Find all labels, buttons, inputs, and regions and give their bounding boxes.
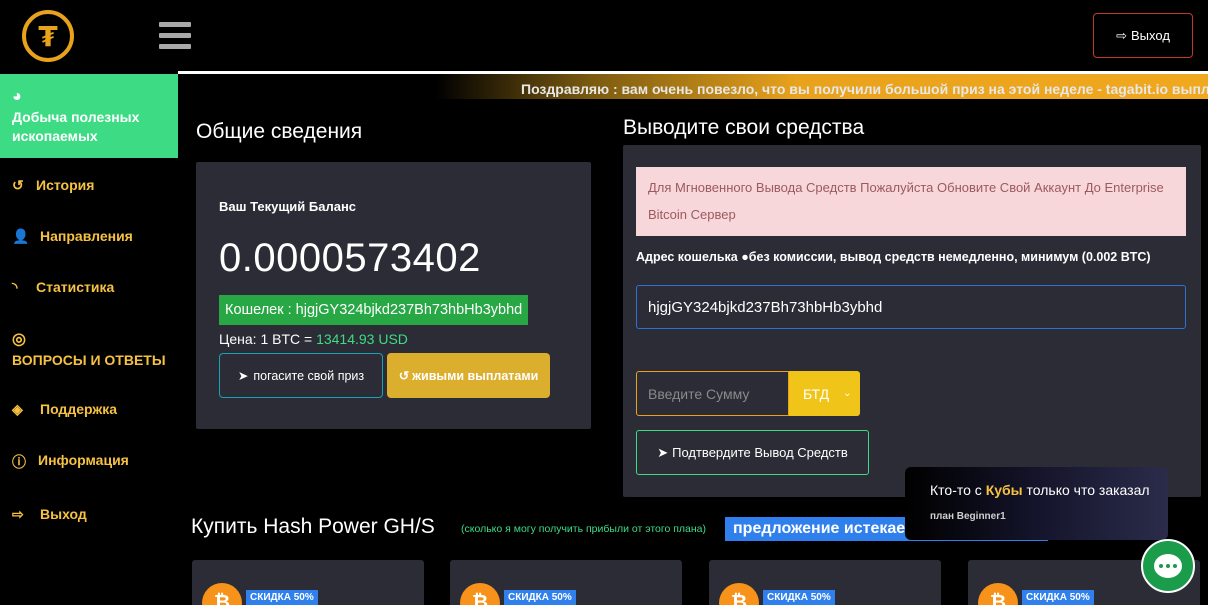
overview-title: Общие сведения: [196, 120, 363, 143]
notification-text: Кто-то с Кубы только что заказал: [930, 482, 1150, 498]
logo-glyph: ₮: [38, 19, 58, 53]
sidebar-item-label: Информация: [38, 452, 129, 468]
user-plus-icon: 👤: [12, 228, 30, 244]
ticker-text: Поздравляю : вам очень повезло, что вы п…: [521, 81, 1208, 97]
hash-power-subtitle[interactable]: (сколько я могу получить прибыли от этог…: [461, 523, 706, 535]
sidebar-item-referrals[interactable]: 👤 Направления: [0, 228, 178, 245]
ticket-icon: ◈: [12, 401, 23, 417]
sidebar-item-support[interactable]: ◈ Поддержка: [0, 401, 178, 418]
notification-country: Кубы: [985, 482, 1023, 498]
history-icon: ↺: [398, 369, 410, 383]
sidebar-item-history[interactable]: ↺ История: [0, 177, 178, 194]
withdraw-card: Для Мгновенного Вывода Средств Пожалуйст…: [623, 145, 1201, 497]
btc-price: Цена: 1 BTC = 13414.93 USD: [219, 331, 408, 347]
tachometer-icon: ◕: [12, 88, 22, 105]
news-ticker: Поздравляю : вам очень повезло, что вы п…: [178, 71, 1208, 99]
notification-prefix: Кто-то с: [930, 482, 986, 498]
chat-icon: [1154, 554, 1182, 578]
live-payouts-label: живыми выплатами: [412, 368, 539, 383]
sign-out-icon: ⇨: [12, 506, 24, 522]
menu-toggle-icon[interactable]: [159, 22, 191, 50]
sidebar-item-info[interactable]: ⓘ Информация: [0, 452, 178, 472]
discount-badge: СКИДКА 50%: [504, 590, 576, 605]
purchase-notification: Кто-то с Кубы только что заказал план Be…: [905, 467, 1168, 540]
discount-badge: СКИДКА 50%: [763, 590, 835, 605]
discount-badge: СКИДКА 50%: [1022, 590, 1094, 605]
sidebar: ◕ Добыча полезных ископаемых ↺ История 👤…: [0, 74, 178, 523]
amount-input[interactable]: Введите Сумму: [636, 371, 789, 416]
notification-suffix: только что заказал: [1022, 482, 1150, 498]
redeem-prize-button[interactable]: ➤ погасите свой приз: [219, 353, 383, 398]
address-note: без комиссии, вывод средств немедленно, …: [748, 250, 1151, 264]
sidebar-item-mining[interactable]: ◕ Добыча полезных ископаемых: [0, 74, 178, 158]
sidebar-item-label: Статистика: [36, 279, 115, 295]
history-icon: ↺: [12, 177, 24, 193]
sidebar-item-statistics[interactable]: ◝ Статистика: [0, 279, 178, 296]
withdraw-title: Выводите свои средства: [623, 116, 865, 139]
bitcoin-icon: ₿: [460, 583, 500, 605]
balance-label: Ваш Текущий Баланс: [219, 199, 357, 214]
address-label: Адрес кошелька ●без комиссии, вывод сред…: [636, 250, 1151, 264]
balance-value: 0.0000573402: [219, 236, 481, 280]
bitcoin-icon: ₿: [202, 583, 242, 605]
info-icon: ●: [741, 250, 749, 264]
plan-card[interactable]: ₿ СКИДКА 50%: [709, 560, 941, 605]
plan-card[interactable]: ₿ СКИДКА 50%: [450, 560, 682, 605]
chat-widget-button[interactable]: [1141, 539, 1195, 593]
confirm-withdraw-label: Подтвердите Вывод Средств: [672, 445, 848, 460]
address-label-text: Адрес кошелька: [636, 250, 738, 264]
paper-plane-icon: ➤: [657, 444, 669, 460]
rss-icon: ◝: [12, 279, 18, 295]
wallet-address-input[interactable]: hjgjGY324bjkd237Bh73hbHb3ybhd: [636, 285, 1186, 329]
notification-plan: план Beginner1: [930, 511, 1006, 522]
logout-button[interactable]: ⇨ Выход: [1093, 13, 1193, 58]
logout-label: Выход: [1131, 28, 1170, 43]
wallet-badge: Кошелек : hjgjGY324bjkd237Bh73hbHb3ybhd: [219, 295, 529, 325]
upgrade-alert: Для Мгновенного Вывода Средств Пожалуйст…: [636, 167, 1186, 236]
balance-card: Ваш Текущий Баланс 0.0000573402 Кошелек …: [196, 162, 591, 429]
sidebar-item-label: Добыча полезных ископаемых: [12, 109, 140, 144]
sidebar-item-label: История: [36, 177, 95, 193]
sidebar-item-label: Направления: [40, 228, 133, 244]
bitcoin-icon: ₿: [719, 583, 759, 605]
chevron-down-icon: ⌄: [843, 388, 852, 399]
redeem-prize-label: погасите свой приз: [253, 368, 365, 383]
info-icon: ⓘ: [12, 454, 26, 470]
sign-out-icon: ⇨: [1116, 27, 1127, 43]
bitcoin-icon: ₿: [978, 583, 1018, 605]
plan-card[interactable]: ₿ СКИДКА 50%: [192, 560, 424, 605]
currency-value: БТД: [803, 385, 830, 402]
sidebar-item-faq[interactable]: ◎ ВОПРОСЫ И ОТВЕТЫ: [0, 329, 178, 370]
sidebar-item-logout[interactable]: ⇨ Выход: [0, 506, 178, 523]
life-ring-icon: ◎: [12, 331, 26, 348]
sidebar-item-label: Поддержка: [40, 401, 118, 417]
currency-select[interactable]: БТД ⌄: [789, 371, 860, 416]
sidebar-item-label: Выход: [40, 506, 87, 522]
price-prefix: Цена: 1 BTC =: [219, 331, 317, 347]
live-payouts-button[interactable]: ↺ живыми выплатами: [387, 353, 550, 398]
confirm-withdraw-button[interactable]: ➤ Подтвердите Вывод Средств: [636, 430, 869, 475]
paper-plane-icon: ➤: [237, 369, 249, 383]
hash-power-title: Купить Hash Power GH/S: [191, 515, 435, 538]
sidebar-item-label: ВОПРОСЫ И ОТВЕТЫ: [12, 352, 166, 368]
discount-badge: СКИДКА 50%: [246, 590, 318, 605]
brand-logo[interactable]: ₮: [22, 10, 74, 62]
price-value: 13414.93 USD: [316, 331, 408, 347]
